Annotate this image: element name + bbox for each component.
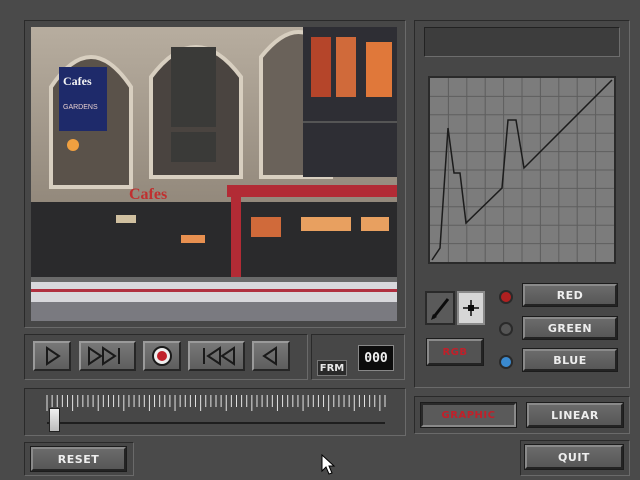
play-button[interactable]	[33, 341, 71, 371]
frame-counter-display[interactable]: 000	[358, 345, 394, 371]
video-sign-sub: GARDENS	[63, 104, 98, 111]
rewind-to-start-button[interactable]	[188, 341, 245, 371]
red-channel-led	[499, 290, 513, 304]
video-panel: Cafes GARDENS Cafes	[24, 20, 406, 328]
rgb-button[interactable]: RGB	[427, 339, 483, 365]
video-sign-top: Cafes	[63, 74, 92, 88]
graphic-mode-button[interactable]: GRAPHIC	[421, 403, 516, 427]
video-sign-lower: Cafes	[129, 186, 167, 203]
skip-to-end-icon	[87, 346, 120, 366]
blue-channel-button[interactable]: BLUE	[523, 349, 617, 371]
green-channel-button[interactable]: GREEN	[523, 317, 617, 339]
pencil-icon	[431, 298, 450, 320]
frame-slider-ruler	[46, 395, 386, 424]
slider-panel	[24, 388, 406, 436]
quit-button[interactable]: QUIT	[525, 445, 623, 469]
skip-to-end-button[interactable]	[79, 341, 136, 371]
curve-grid	[430, 78, 614, 262]
green-channel-led	[499, 322, 513, 336]
record-button[interactable]	[143, 341, 181, 371]
play-icon	[46, 346, 61, 366]
linear-mode-button[interactable]: LINEAR	[527, 403, 623, 427]
record-icon	[152, 346, 172, 366]
video-preview: Cafes GARDENS Cafes	[31, 27, 397, 321]
reverse-play-icon	[262, 346, 277, 366]
blue-channel-led	[499, 355, 513, 369]
curve-name-field[interactable]	[424, 27, 620, 57]
mouse-cursor-icon	[321, 454, 336, 475]
pencil-tool-button[interactable]	[425, 291, 455, 325]
frame-label: FRM	[317, 360, 347, 376]
reverse-play-button[interactable]	[252, 341, 290, 371]
frame-slider-thumb[interactable]	[48, 408, 60, 432]
reset-button[interactable]: RESET	[31, 447, 126, 471]
point-crosshair-icon	[463, 300, 479, 316]
rewind-to-start-icon	[202, 346, 235, 366]
video-frame-image: Cafes GARDENS Cafes	[31, 27, 397, 321]
curve-graph[interactable]	[428, 76, 616, 264]
red-channel-button[interactable]: RED	[523, 284, 617, 306]
point-tool-button[interactable]	[457, 291, 485, 325]
